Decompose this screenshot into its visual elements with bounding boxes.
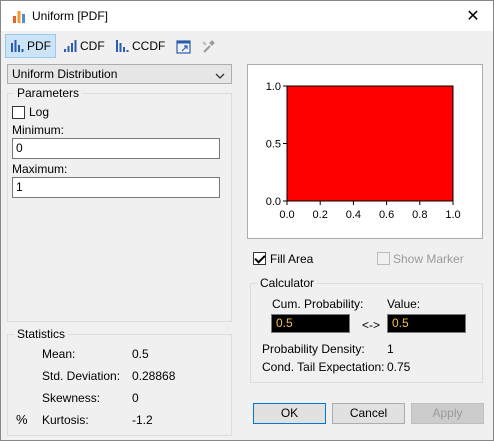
title-bar[interactable]: Uniform [PDF] ✕ bbox=[1, 1, 493, 31]
window-title: Uniform [PDF] bbox=[32, 9, 109, 23]
cum-probability-label: Cum. Probability: bbox=[272, 297, 364, 311]
x-tick-label: 1.0 bbox=[445, 209, 460, 221]
stat-label-mean: Mean: bbox=[42, 347, 76, 361]
stat-label-std-deviation: Std. Deviation: bbox=[42, 369, 121, 383]
fill-area-label: Fill Area bbox=[270, 252, 314, 266]
pdf-chart: 0.0 0.2 0.4 0.6 0.8 1.0 0.0 0.5 1.0 bbox=[266, 81, 461, 221]
statistics-group-title: Statistics bbox=[14, 327, 69, 341]
x-tick-label: 0.6 bbox=[379, 209, 394, 221]
show-marker-checkbox[interactable] bbox=[377, 252, 390, 265]
maximum-input[interactable]: 1 bbox=[12, 177, 220, 198]
tail-expectation-label: Cond. Tail Expectation: bbox=[262, 360, 385, 374]
settings-tools-button[interactable] bbox=[197, 34, 219, 58]
cancel-button[interactable]: Cancel bbox=[332, 403, 405, 424]
x-tick-label: 0.2 bbox=[313, 209, 328, 221]
maximum-label: Maximum: bbox=[12, 162, 68, 176]
cum-probability-input[interactable]: 0.5 bbox=[271, 314, 350, 333]
stat-value-skewness: 0 bbox=[132, 391, 139, 405]
tail-expectation-value: 0.75 bbox=[387, 360, 411, 374]
stat-value-kurtosis: -1.2 bbox=[132, 413, 153, 427]
value-label: Value: bbox=[387, 297, 421, 311]
minimum-label: Minimum: bbox=[12, 123, 65, 137]
log-label: Log bbox=[29, 105, 50, 119]
pdf-chart-icon bbox=[10, 39, 24, 53]
stat-value-mean: 0.5 bbox=[132, 347, 149, 361]
x-tick-label: 0.8 bbox=[412, 209, 427, 221]
pdf-tab-button[interactable]: PDF bbox=[5, 34, 56, 58]
distribution-selected-label: Uniform Distribution bbox=[12, 67, 118, 81]
close-icon[interactable]: ✕ bbox=[463, 6, 483, 26]
pdf-fill-area bbox=[287, 86, 453, 201]
chevron-down-icon bbox=[215, 68, 225, 79]
apply-button[interactable]: Apply bbox=[411, 403, 484, 424]
cdf-chart-icon bbox=[63, 39, 77, 53]
popout-window-button[interactable] bbox=[172, 34, 194, 58]
statistics-group: Statistics bbox=[7, 327, 232, 436]
pdf-tab-label: PDF bbox=[27, 39, 51, 53]
fill-area-checkbox[interactable] bbox=[253, 252, 266, 265]
x-tick-label: 0.4 bbox=[346, 209, 361, 221]
y-tick-label: 0.0 bbox=[266, 196, 281, 208]
minimum-input[interactable]: 0 bbox=[12, 138, 220, 159]
show-marker-label: Show Marker bbox=[393, 252, 464, 266]
cdf-tab-button[interactable]: CDF bbox=[59, 34, 107, 58]
popout-window-icon bbox=[176, 39, 191, 54]
value-input[interactable]: 0.5 bbox=[387, 314, 466, 333]
distribution-dropdown[interactable]: Uniform Distribution bbox=[7, 64, 232, 84]
probability-density-value: 1 bbox=[387, 342, 394, 356]
ok-button[interactable]: OK bbox=[253, 403, 326, 424]
probability-density-label: Probability Density: bbox=[262, 342, 365, 356]
tools-icon bbox=[201, 39, 216, 54]
ccdf-tab-button[interactable]: CCDF bbox=[111, 34, 167, 58]
x-tick-label: 0.0 bbox=[279, 209, 294, 221]
bar-chart-app-icon bbox=[11, 8, 27, 24]
toolbar: PDF CDF CCDF bbox=[1, 32, 493, 60]
y-tick-label: 1.0 bbox=[266, 81, 281, 93]
swap-arrow: <-> bbox=[362, 318, 381, 332]
percent-icon[interactable]: % bbox=[16, 412, 28, 427]
log-checkbox[interactable] bbox=[12, 106, 25, 119]
stat-label-kurtosis: Kurtosis: bbox=[42, 413, 89, 427]
ccdf-chart-icon bbox=[115, 39, 129, 53]
uniform-pdf-dialog: Uniform [PDF] ✕ PDF CDF CCDF Uniform Dis… bbox=[0, 0, 494, 441]
parameters-group-title: Parameters bbox=[14, 86, 83, 100]
calculator-group-title: Calculator bbox=[257, 276, 318, 290]
stat-label-skewness: Skewness: bbox=[42, 391, 101, 405]
y-tick-label: 0.5 bbox=[266, 139, 281, 151]
ccdf-tab-label: CCDF bbox=[132, 39, 166, 53]
cdf-tab-label: CDF bbox=[80, 39, 105, 53]
stat-value-std-deviation: 0.28868 bbox=[132, 369, 176, 383]
